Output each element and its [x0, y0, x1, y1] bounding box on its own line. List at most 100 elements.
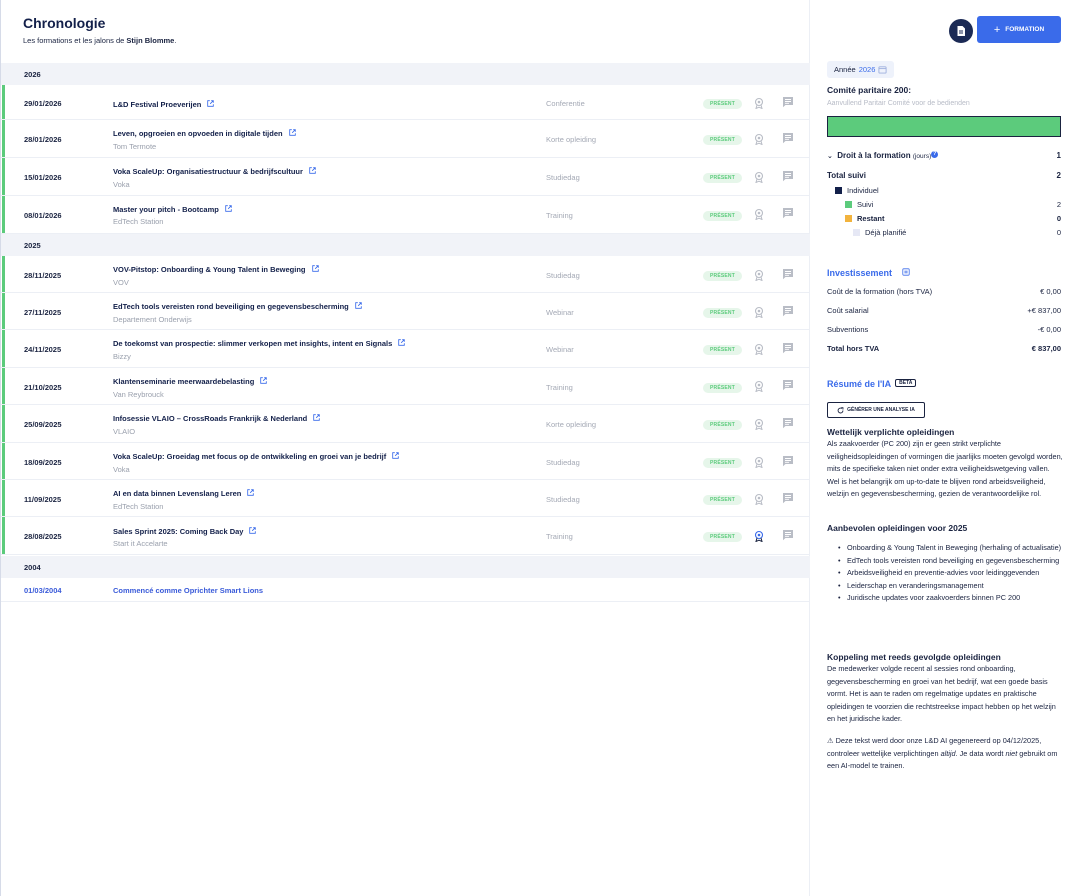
- event-title[interactable]: AI en data binnen Levenslang Leren: [113, 489, 255, 498]
- certificate-icon[interactable]: [753, 418, 765, 430]
- generate-ai-analysis-button[interactable]: GÉNÉRER UNE ANALYSE IA: [827, 402, 925, 418]
- status-bar: [2, 443, 5, 479]
- event-type: Studiedag: [546, 495, 580, 504]
- external-link-icon[interactable]: [309, 167, 316, 174]
- certificate-icon[interactable]: [753, 493, 765, 505]
- help-icon[interactable]: ?: [931, 151, 939, 158]
- external-link-icon[interactable]: [225, 205, 232, 212]
- training-row[interactable]: 15/01/2026 Voka ScaleUp: Organisatiestru…: [1, 158, 810, 196]
- comment-icon[interactable]: [782, 417, 794, 429]
- comment-icon[interactable]: [782, 492, 794, 504]
- year-selector[interactable]: Année 2026: [827, 61, 895, 78]
- comment-icon[interactable]: [782, 379, 794, 391]
- legend-swatch: [845, 215, 852, 222]
- legend-individuel: Individuel: [835, 186, 879, 195]
- comment-icon[interactable]: [782, 96, 794, 108]
- certificate-icon[interactable]: [753, 306, 765, 318]
- event-title[interactable]: Master your pitch - Bootcamp: [113, 205, 232, 214]
- external-link-icon[interactable]: [288, 129, 296, 136]
- training-row[interactable]: 11/09/2025 AI en data binnen Levenslang …: [1, 480, 810, 517]
- event-title[interactable]: Leven, opgroeien en opvoeden in digitale…: [113, 129, 296, 138]
- milestone-row[interactable]: 01/03/2004 Commencé comme Oprichter Smar…: [1, 578, 810, 602]
- refresh-icon: [837, 406, 844, 413]
- external-link-icon[interactable]: [355, 302, 362, 309]
- event-organizer: Voka: [113, 180, 130, 189]
- status-bar: [2, 158, 5, 195]
- status-badge: PRÉSENT: [703, 271, 742, 281]
- training-row[interactable]: 27/11/2025 EdTech tools vereisten rond b…: [1, 293, 810, 330]
- certificate-icon[interactable]: [753, 171, 765, 183]
- certificate-icon[interactable]: [753, 208, 765, 220]
- event-title[interactable]: Klantenseminarie meerwaardebelasting: [113, 377, 268, 386]
- training-row[interactable]: 28/11/2025 VOV-Pitstop: Onboarding & You…: [1, 256, 810, 293]
- certificate-icon[interactable]: [753, 530, 765, 542]
- add-formation-button[interactable]: + FORMATION: [977, 16, 1061, 43]
- event-organizer: Start it Accelarte: [113, 539, 168, 548]
- comment-icon[interactable]: [782, 132, 794, 144]
- status-bar: [2, 330, 5, 367]
- training-row[interactable]: 28/08/2025 Sales Sprint 2025: Coming Bac…: [1, 517, 810, 555]
- comment-icon[interactable]: [782, 529, 794, 541]
- legend-swatch: [853, 229, 860, 236]
- event-title[interactable]: De toekomst van prospectie: slimmer verk…: [113, 339, 405, 348]
- comment-icon[interactable]: [782, 207, 794, 219]
- external-link-icon[interactable]: [249, 527, 257, 534]
- certificate-icon[interactable]: [753, 97, 765, 109]
- event-title[interactable]: Voka ScaleUp: Organisatiestructuur & bed…: [113, 167, 316, 176]
- comment-icon[interactable]: [782, 342, 794, 354]
- year-header-2026: 2026: [1, 63, 810, 85]
- training-row[interactable]: 25/09/2025 Infosessie VLAIO – CrossRoads…: [1, 405, 810, 443]
- calendar-icon: [878, 66, 887, 74]
- event-title[interactable]: Infosessie VLAIO – CrossRoads Frankrijk …: [113, 414, 320, 423]
- certificate-icon[interactable]: [753, 343, 765, 355]
- certificate-icon[interactable]: [753, 133, 765, 145]
- event-type: Training: [546, 532, 573, 541]
- status-badge: PRÉSENT: [703, 383, 742, 393]
- investment-total: Total hors TVA € 837,00: [827, 344, 1061, 353]
- milestone-title[interactable]: Commencé comme Oprichter Smart Lions: [113, 586, 263, 595]
- event-title[interactable]: EdTech tools vereisten rond beveiliging …: [113, 302, 362, 311]
- certificate-icon[interactable]: [753, 380, 765, 392]
- status-bar: [2, 85, 5, 119]
- training-row[interactable]: 29/01/2026 L&D Festival Proeverijen Conf…: [1, 85, 810, 120]
- training-row[interactable]: 24/11/2025 De toekomst van prospectie: s…: [1, 330, 810, 368]
- ai-heading: Aanbevolen opleidingen voor 2025: [827, 523, 968, 533]
- training-row[interactable]: 18/09/2025 Voka ScaleUp: Groeidag met fo…: [1, 443, 810, 480]
- comment-icon[interactable]: [782, 305, 794, 317]
- status-badge: PRÉSENT: [703, 308, 742, 318]
- training-row[interactable]: 21/10/2025 Klantenseminarie meerwaardebe…: [1, 368, 810, 405]
- event-title[interactable]: Sales Sprint 2025: Coming Back Day: [113, 527, 257, 536]
- external-link-icon[interactable]: [313, 414, 320, 421]
- page-subtitle: Les formations et les jalons de Stijn Bl…: [23, 36, 177, 45]
- investment-row: Subventions -€ 0,00: [827, 325, 1061, 334]
- external-link-icon[interactable]: [311, 265, 319, 272]
- total-followed: Total suivi 2: [827, 171, 1061, 180]
- training-row[interactable]: 28/01/2026 Leven, opgroeien en opvoeden …: [1, 120, 810, 158]
- training-right-toggle[interactable]: ⌄ Droit à la formation (jours)? 1: [827, 151, 1061, 160]
- external-link-icon[interactable]: [392, 452, 399, 459]
- event-date: 25/09/2025: [24, 420, 62, 429]
- event-organizer: EdTech Station: [113, 502, 164, 511]
- event-organizer: Van Reybrouck: [113, 390, 164, 399]
- event-title[interactable]: Voka ScaleUp: Groeidag met focus op de o…: [113, 452, 399, 461]
- event-date: 24/11/2025: [24, 345, 62, 354]
- certificate-icon[interactable]: [753, 456, 765, 468]
- event-type: Studiedag: [546, 271, 580, 280]
- training-row[interactable]: 08/01/2026 Master your pitch - Bootcamp …: [1, 196, 810, 234]
- certificate-icon[interactable]: [753, 269, 765, 281]
- info-icon[interactable]: [901, 268, 910, 276]
- external-link-icon[interactable]: [207, 100, 215, 107]
- external-link-icon[interactable]: [398, 339, 405, 346]
- list-item: Onboarding & Young Talent in Beweging (h…: [838, 542, 1062, 555]
- external-link-icon[interactable]: [260, 377, 268, 384]
- event-title[interactable]: L&D Festival Proeverijen: [113, 100, 215, 109]
- beta-badge: BETA: [895, 379, 917, 387]
- comment-icon[interactable]: [782, 268, 794, 280]
- event-title[interactable]: VOV-Pitstop: Onboarding & Young Talent i…: [113, 265, 319, 274]
- document-button[interactable]: [949, 19, 973, 43]
- timeline-panel: Chronologie Les formations et les jalons…: [0, 0, 810, 896]
- comment-icon[interactable]: [782, 170, 794, 182]
- external-link-icon[interactable]: [247, 489, 255, 496]
- status-badge: PRÉSENT: [703, 532, 742, 542]
- comment-icon[interactable]: [782, 455, 794, 467]
